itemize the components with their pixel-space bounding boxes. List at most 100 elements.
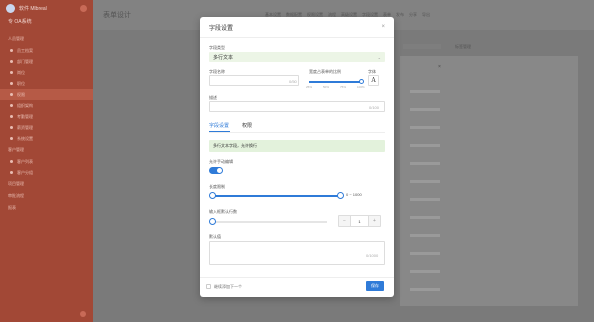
background-line	[410, 162, 440, 165]
sidebar-group-customers[interactable]: 客户管理	[0, 144, 93, 156]
sidebar-item-label: 客户分组	[17, 169, 33, 175]
tab-active-indicator	[209, 131, 230, 132]
description-input[interactable]	[209, 101, 385, 112]
modal-footer-divider	[200, 277, 394, 278]
rows-stepper[interactable]: − 1 +	[338, 215, 381, 227]
sidebar-item[interactable]: 客户列表	[0, 156, 93, 167]
sidebar-group-people[interactable]: 人员管理	[0, 33, 93, 45]
dot-icon	[10, 71, 13, 74]
sidebar-item-label: 权限	[17, 91, 25, 97]
background-line	[410, 270, 440, 273]
length-range-max-handle[interactable]	[337, 192, 344, 199]
decrement-button[interactable]: −	[339, 216, 350, 226]
background-line	[410, 216, 440, 219]
editable-toggle[interactable]	[209, 167, 223, 174]
field-name-counter: 0/50	[289, 79, 297, 84]
length-range-min-handle[interactable]	[209, 192, 216, 199]
sidebar-group-approvals[interactable]: 审批流程	[0, 190, 93, 202]
proportion-tick: 75%	[340, 85, 347, 89]
default-value-counter: 0/1000	[366, 253, 379, 258]
proportion-label: 宽度占表单的比例	[309, 69, 341, 74]
sidebar: 软件 Mlbreal 专 OA系统 人员管理 员工档案 部门管理 岗位 职位 权…	[0, 0, 93, 322]
sidebar-item[interactable]: 薪资管理	[0, 122, 93, 133]
background-line	[410, 90, 440, 93]
save-button[interactable]: 保存	[366, 281, 384, 291]
page-title: 表单设计	[103, 12, 131, 19]
sidebar-item-label: 职位	[17, 80, 25, 86]
length-limit-label: 长度限制	[209, 184, 225, 189]
field-type-select[interactable]: 多行文本 ⌄	[209, 52, 385, 62]
dot-icon	[10, 82, 13, 85]
sidebar-item-label: 岗位	[17, 69, 25, 75]
field-type-value: 多行文本	[213, 54, 234, 61]
modal-title: 字段设置	[209, 25, 234, 32]
proportion-tick: 50%	[323, 85, 330, 89]
tab-field-settings[interactable]: 字段设置	[209, 122, 229, 129]
field-type-label: 字段类型	[209, 45, 225, 50]
sidebar-item[interactable]: 考勤管理	[0, 111, 93, 122]
collapse-icon[interactable]	[80, 311, 86, 317]
sidebar-item[interactable]: 职位	[0, 78, 93, 89]
sidebar-item-label: 部门管理	[17, 58, 33, 64]
sidebar-item-label: 组织架构	[17, 102, 33, 108]
app-brand: 软件 Mlbreal	[19, 5, 47, 12]
background-search	[403, 44, 441, 49]
dot-icon	[10, 115, 13, 118]
background-label: 标签管理	[455, 44, 471, 49]
proportion-slider-track[interactable]	[309, 81, 362, 83]
sidebar-item[interactable]: 部门管理	[0, 56, 93, 67]
continue-add-checkbox[interactable]	[206, 284, 211, 289]
rows-slider-track[interactable]	[212, 221, 327, 223]
proportion-tick: 100%	[357, 85, 365, 89]
sidebar-toggle-icon[interactable]	[80, 4, 87, 12]
font-icon[interactable]: A	[368, 75, 379, 86]
sidebar-item-label: 员工档案	[17, 47, 33, 53]
rows-value[interactable]: 1	[350, 216, 369, 226]
top-link[interactable]: 导出	[422, 12, 430, 18]
rows-slider-handle[interactable]	[209, 218, 216, 225]
toggle-knob	[217, 168, 222, 173]
background-line	[410, 180, 440, 183]
app-logo	[6, 3, 15, 13]
field-name-input[interactable]	[209, 75, 299, 86]
sidebar-item[interactable]: 客户分组	[0, 167, 93, 178]
dot-icon	[10, 160, 13, 163]
length-range-track[interactable]	[212, 195, 340, 197]
close-icon[interactable]: ×	[381, 24, 385, 30]
top-link[interactable]: 发布	[396, 12, 404, 18]
sidebar-group-projects[interactable]: 项目管理	[0, 178, 93, 190]
sidebar-item[interactable]: 组织架构	[0, 100, 93, 111]
dot-icon	[10, 171, 13, 174]
sidebar-item-label: 薪资管理	[17, 124, 33, 130]
background-line	[410, 288, 440, 291]
default-value-textarea[interactable]	[209, 241, 385, 265]
description-counter: 0/100	[369, 105, 380, 110]
dot-icon	[10, 60, 13, 63]
tab-permissions[interactable]: 权限	[242, 122, 252, 129]
top-link[interactable]: 分享	[409, 12, 417, 18]
default-value-label: 默认值	[209, 234, 221, 239]
sidebar-group-reports[interactable]: 报表	[0, 202, 93, 214]
proportion-tick: 25%	[306, 85, 313, 89]
sidebar-item-active[interactable]: 权限	[0, 89, 93, 100]
tab-divider	[209, 132, 385, 133]
increment-button[interactable]: +	[369, 216, 380, 226]
background-line	[410, 234, 440, 237]
continue-add-label[interactable]: 继续添加下一个	[214, 284, 242, 290]
background-line	[410, 108, 440, 111]
chevron-down-icon: ⌄	[377, 54, 381, 60]
background-line	[410, 126, 440, 129]
dot-icon	[10, 49, 13, 52]
sidebar-item[interactable]: 岗位	[0, 67, 93, 78]
field-info-alert: 多行文本字段，允许换行	[209, 140, 385, 152]
dot-icon	[10, 104, 13, 107]
sidebar-item[interactable]: 员工档案	[0, 45, 93, 56]
org-name[interactable]: 专 OA系统	[0, 16, 93, 33]
dot-icon	[10, 137, 13, 140]
sidebar-item-label: 系统设置	[17, 135, 33, 141]
sidebar-item[interactable]: 系统设置	[0, 133, 93, 144]
proportion-slider-handle[interactable]	[359, 79, 364, 84]
sidebar-item-label: 客户列表	[17, 158, 33, 164]
dot-icon	[10, 126, 13, 129]
background-line	[410, 198, 440, 201]
